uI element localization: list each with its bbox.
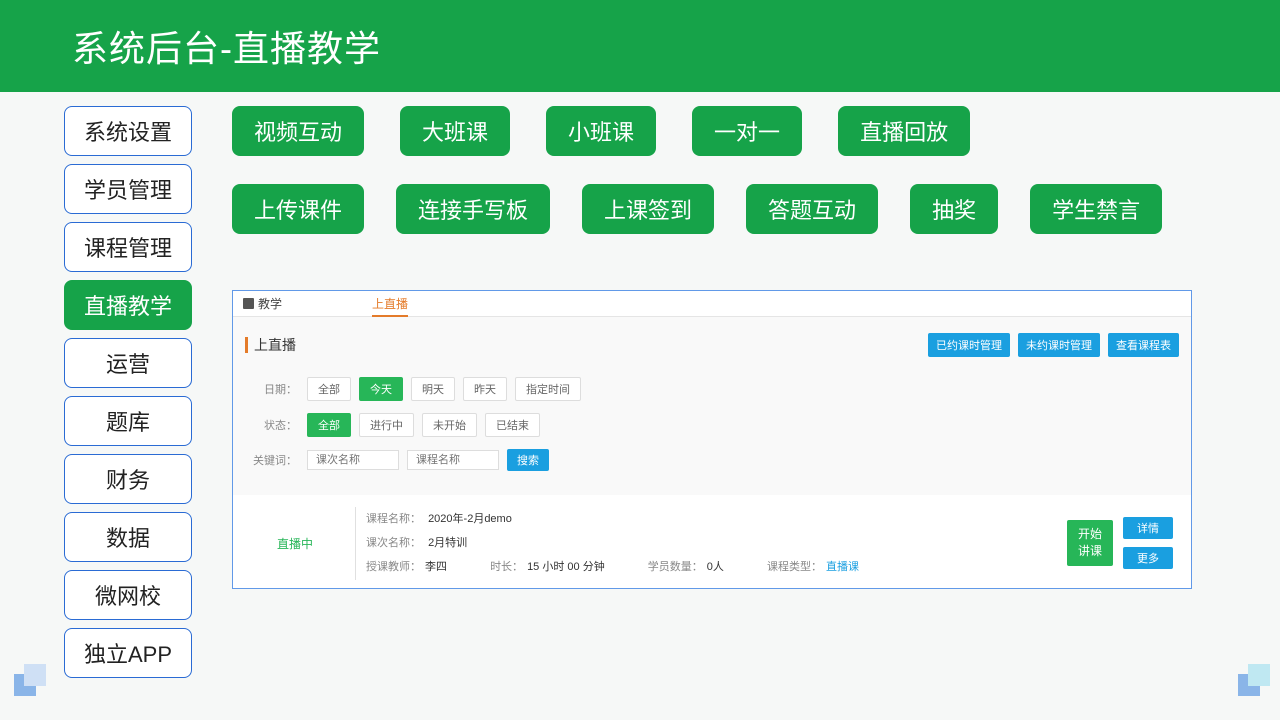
btn-unbooked-mgmt[interactable]: 未约课时管理 [1018, 333, 1100, 357]
pill-class-checkin[interactable]: 上课签到 [582, 184, 714, 234]
header-action-buttons: 已约课时管理 未约课时管理 查看课程表 [928, 333, 1179, 357]
pill-live-replay[interactable]: 直播回放 [838, 106, 970, 156]
session-name-value: 2月特训 [428, 537, 467, 549]
sidebar-item-system-settings[interactable]: 系统设置 [64, 106, 192, 156]
live-panel: 教学 上直播 上直播 已约课时管理 未约课时管理 查看课程表 日期： 全部 [232, 290, 1192, 589]
pill-lottery[interactable]: 抽奖 [910, 184, 998, 234]
input-session-name[interactable] [307, 450, 399, 470]
course-name-label: 课程名称： [366, 513, 421, 525]
input-course-name[interactable] [407, 450, 499, 470]
duration-value: 15 小时 00 分钟 [527, 561, 605, 573]
status-opt-all[interactable]: 全部 [307, 413, 351, 437]
page-header: 系统后台-直播教学 [0, 0, 1280, 92]
decoration-bottom-left [14, 666, 44, 696]
pill-large-class[interactable]: 大班课 [400, 106, 510, 156]
teacher-value: 李四 [425, 561, 447, 573]
tab-go-live[interactable]: 上直播 [372, 291, 408, 317]
duration-label: 时长： [490, 561, 523, 573]
more-button[interactable]: 更多 [1123, 547, 1173, 569]
detail-button[interactable]: 详情 [1123, 517, 1173, 539]
students-label: 学员数量： [648, 561, 703, 573]
date-opt-custom[interactable]: 指定时间 [515, 377, 581, 401]
filter-row-keyword: 关键词： 搜索 [253, 449, 1171, 471]
students-value: 0人 [707, 561, 724, 573]
panel-tabs: 教学 上直播 [233, 291, 1191, 317]
date-opt-today[interactable]: 今天 [359, 377, 403, 401]
date-opt-yesterday[interactable]: 昨天 [463, 377, 507, 401]
course-name-value: 2020年-2月demo [428, 513, 512, 525]
sidebar-item-finance[interactable]: 财务 [64, 454, 192, 504]
sidebar: 系统设置 学员管理 课程管理 直播教学 运营 题库 财务 数据 微网校 独立AP… [64, 106, 192, 678]
teacher-label: 授课教师： [366, 561, 421, 573]
keyword-label: 关键词： [253, 452, 297, 468]
filter-row-status: 状态： 全部 进行中 未开始 已结束 [253, 413, 1171, 437]
live-status-tag: 直播中 [245, 507, 345, 580]
main-area: 视频互动 大班课 小班课 一对一 直播回放 上传课件 连接手写板 上课签到 答题… [232, 106, 1260, 678]
filters: 日期： 全部 今天 明天 昨天 指定时间 状态： 全部 进行中 未开始 已结束 [245, 377, 1179, 471]
filter-row-date: 日期： 全部 今天 明天 昨天 指定时间 [253, 377, 1171, 401]
date-opt-all[interactable]: 全部 [307, 377, 351, 401]
decoration-bottom-right [1240, 666, 1270, 696]
sidebar-item-operations[interactable]: 运营 [64, 338, 192, 388]
panel-subheader: 上直播 已约课时管理 未约课时管理 查看课程表 日期： 全部 今天 明天 昨天 [233, 317, 1191, 495]
type-label: 课程类型： [767, 561, 822, 573]
page-title: 系统后台-直播教学 [72, 20, 381, 72]
status-opt-ended[interactable]: 已结束 [485, 413, 540, 437]
row-actions: 开始 讲课 详情 更多 [1067, 507, 1179, 580]
section-title: 上直播 [245, 337, 296, 353]
date-label: 日期： [253, 381, 297, 397]
feature-row-2: 上传课件 连接手写板 上课签到 答题互动 抽奖 学生禁言 [232, 184, 1220, 234]
course-info: 课程名称： 2020年-2月demo 课次名称： 2月特训 授课教师： 李四 时长… [366, 507, 1067, 580]
sidebar-item-standalone-app[interactable]: 独立APP [64, 628, 192, 678]
session-name-label: 课次名称： [366, 537, 421, 549]
pill-small-class[interactable]: 小班课 [546, 106, 656, 156]
pill-upload-courseware[interactable]: 上传课件 [232, 184, 364, 234]
btn-view-schedule[interactable]: 查看课程表 [1108, 333, 1179, 357]
date-opt-tomorrow[interactable]: 明天 [411, 377, 455, 401]
status-opt-inprogress[interactable]: 进行中 [359, 413, 414, 437]
sidebar-item-microsite[interactable]: 微网校 [64, 570, 192, 620]
search-button[interactable]: 搜索 [507, 449, 549, 471]
tab-teaching[interactable]: 教学 [243, 295, 282, 312]
course-row: 直播中 课程名称： 2020年-2月demo 课次名称： 2月特训 授课教师： 李… [233, 495, 1191, 588]
status-opt-notstarted[interactable]: 未开始 [422, 413, 477, 437]
row-divider [355, 507, 356, 580]
sub-titlebar: 上直播 已约课时管理 未约课时管理 查看课程表 [245, 333, 1179, 357]
pill-video-interact[interactable]: 视频互动 [232, 106, 364, 156]
feature-row-1: 视频互动 大班课 小班课 一对一 直播回放 [232, 106, 1220, 156]
teaching-icon [243, 298, 254, 309]
btn-booked-mgmt[interactable]: 已约课时管理 [928, 333, 1010, 357]
sidebar-item-question-bank[interactable]: 题库 [64, 396, 192, 446]
pill-mute-student[interactable]: 学生禁言 [1030, 184, 1162, 234]
sidebar-item-course-mgmt[interactable]: 课程管理 [64, 222, 192, 272]
status-label: 状态： [253, 417, 297, 433]
content-area: 系统设置 学员管理 课程管理 直播教学 运营 题库 财务 数据 微网校 独立AP… [0, 92, 1280, 678]
pill-connect-tablet[interactable]: 连接手写板 [396, 184, 550, 234]
pill-one-on-one[interactable]: 一对一 [692, 106, 802, 156]
sidebar-item-student-mgmt[interactable]: 学员管理 [64, 164, 192, 214]
pill-quiz-interact[interactable]: 答题互动 [746, 184, 878, 234]
type-value: 直播课 [826, 561, 859, 573]
sidebar-item-live-teaching[interactable]: 直播教学 [64, 280, 192, 330]
sidebar-item-data[interactable]: 数据 [64, 512, 192, 562]
start-lecture-button[interactable]: 开始 讲课 [1067, 520, 1113, 566]
